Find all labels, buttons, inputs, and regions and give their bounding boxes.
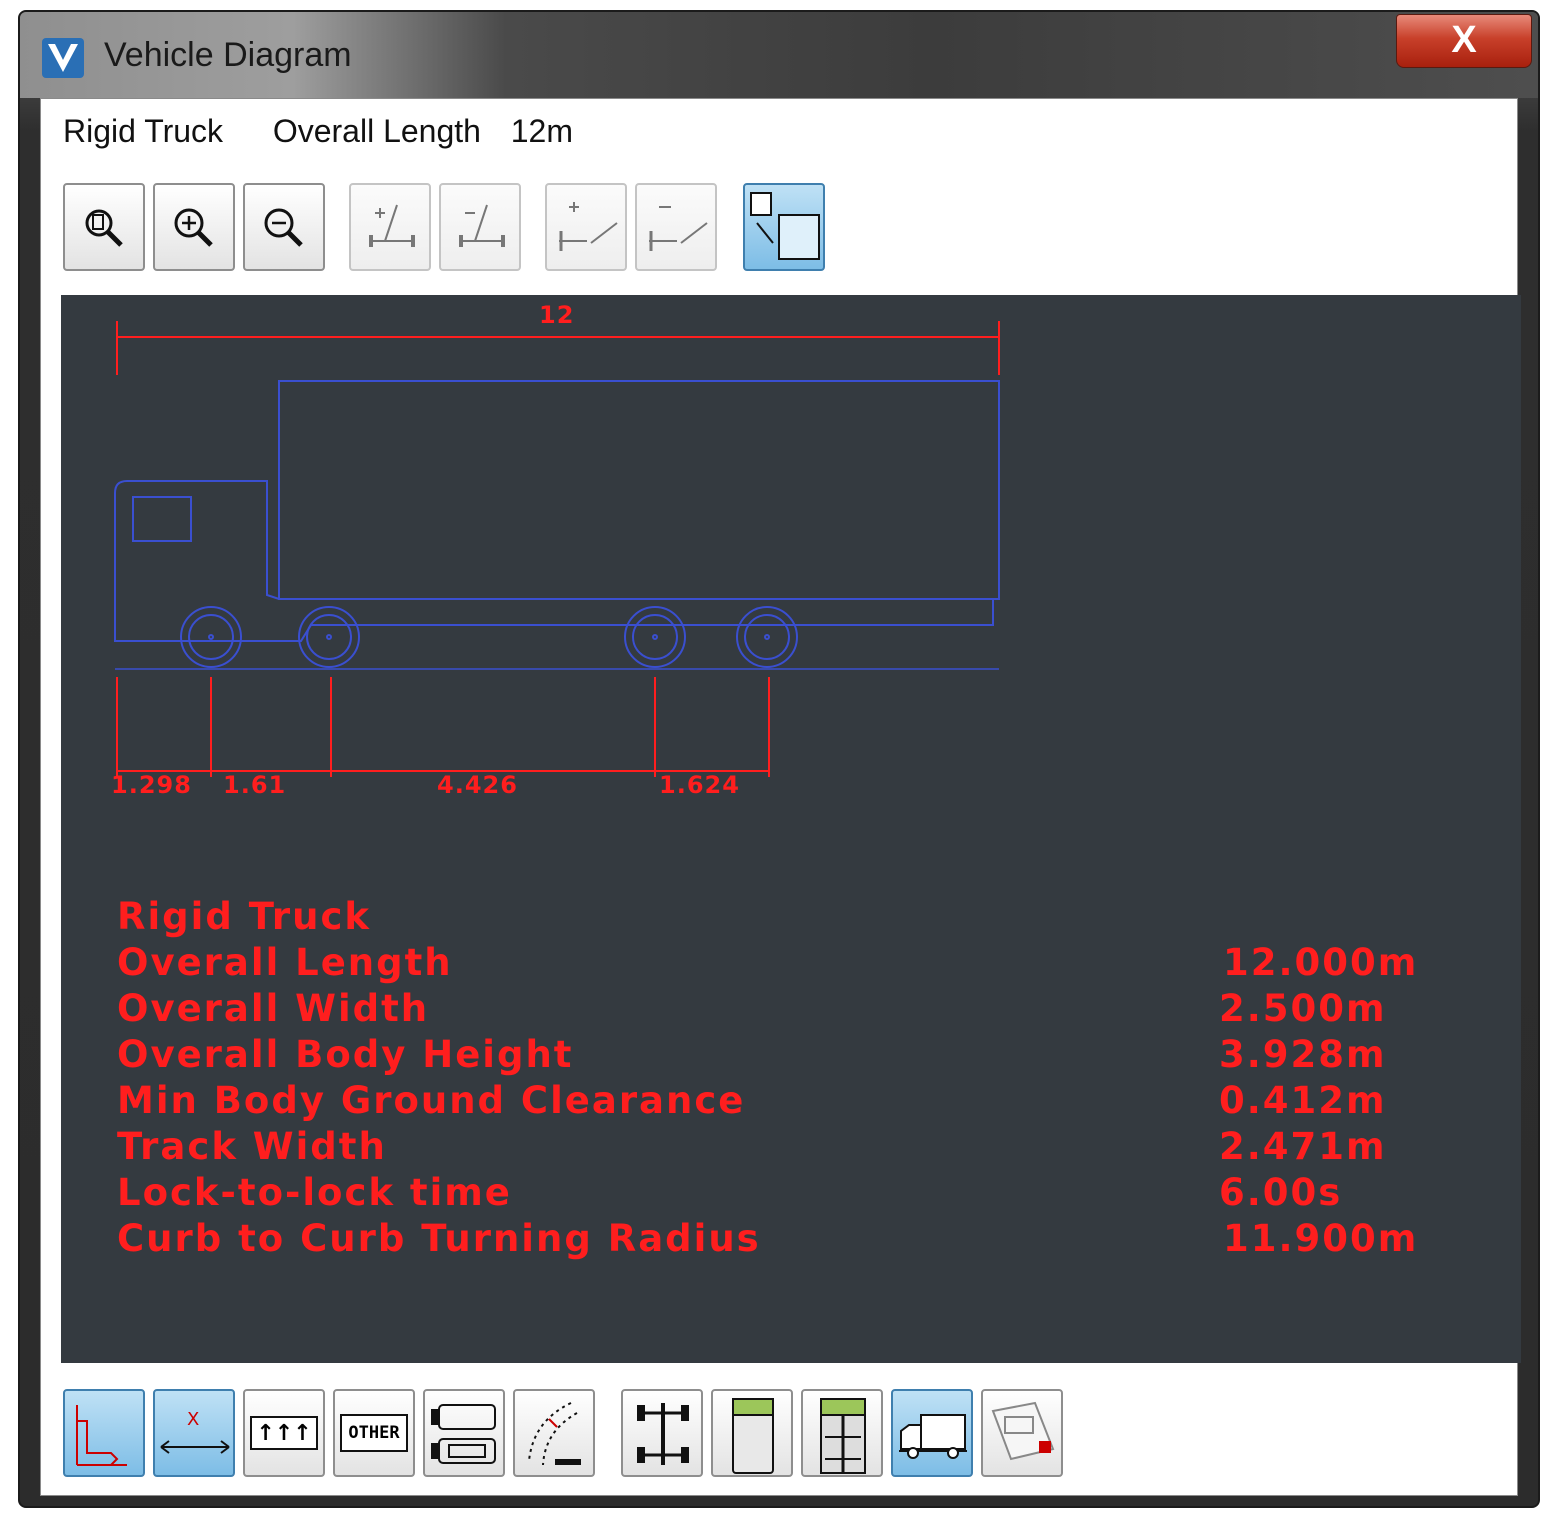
- side-view-button[interactable]: [63, 1389, 145, 1477]
- truck-side-icon: [899, 1414, 967, 1459]
- vehicle-summary: Rigid Truck Overall Length 12m: [63, 113, 573, 150]
- spec-value: 3.928m: [1219, 1033, 1387, 1076]
- spec-value: 12.000m: [1223, 941, 1419, 984]
- report-button[interactable]: [981, 1389, 1063, 1477]
- top-body-icon: [732, 1398, 774, 1474]
- zoom-extents-button[interactable]: [63, 183, 145, 271]
- vehicle-parts-button[interactable]: [423, 1389, 505, 1477]
- remove-steer-axle-icon: [649, 206, 708, 251]
- spec-label: Lock-to-lock time: [117, 1171, 512, 1214]
- remove-axle-icon: [459, 204, 505, 247]
- overall-length-value: 12m: [510, 113, 573, 149]
- add-steer-axle-button[interactable]: [545, 183, 627, 271]
- app-logo-icon: [42, 38, 84, 78]
- axle-spacing-2: 1.61: [223, 771, 287, 799]
- zoom-extents-icon: [85, 209, 123, 247]
- vehicle-type-text: Rigid Truck: [63, 113, 224, 149]
- lane-arrows-label: ↑↑↑: [256, 1421, 312, 1446]
- resize-view-button[interactable]: [743, 183, 825, 271]
- remove-axle-button[interactable]: [439, 183, 521, 271]
- spec-value: 6.00s: [1219, 1171, 1343, 1214]
- truck-side-button[interactable]: [891, 1389, 973, 1477]
- window-title: Vehicle Diagram: [104, 36, 352, 74]
- close-button[interactable]: X: [1396, 14, 1532, 68]
- dialog-body: Rigid Truck Overall Length 12m 12 1.298 …: [40, 98, 1521, 1496]
- vehicle-parts-icon: [431, 1404, 496, 1464]
- axle-plan-button[interactable]: [621, 1389, 703, 1477]
- overall-dimension-text: 12: [539, 301, 575, 329]
- wheels: [180, 606, 798, 668]
- overall-length-label: Overall Length: [272, 113, 481, 149]
- chassis-button[interactable]: [801, 1389, 883, 1477]
- zoom-out-icon: [264, 208, 303, 247]
- other-label: OTHER: [348, 1423, 400, 1443]
- axle-plan-icon: [637, 1403, 689, 1465]
- spec-value: 2.471m: [1219, 1125, 1387, 1168]
- swept-path-icon: [528, 1402, 581, 1466]
- resize-view-icon: [750, 192, 820, 260]
- vehicle-diagram-window: Vehicle Diagram X Rigid Truck Overall Le…: [18, 10, 1540, 1508]
- spec-label: Overall Width: [117, 987, 430, 1030]
- add-axle-button[interactable]: [349, 183, 431, 271]
- svg-text:X: X: [187, 1409, 199, 1430]
- zoom-in-icon: [174, 208, 213, 247]
- report-icon: [991, 1401, 1055, 1461]
- spec-label: Overall Length: [117, 941, 453, 984]
- add-axle-icon: [369, 204, 415, 247]
- swept-path-button[interactable]: [513, 1389, 595, 1477]
- close-icon: X: [1451, 19, 1477, 61]
- top-body-button[interactable]: [711, 1389, 793, 1477]
- dimension-button[interactable]: X: [153, 1389, 235, 1477]
- zoom-in-button[interactable]: [153, 183, 235, 271]
- spec-label: Curb to Curb Turning Radius: [117, 1217, 761, 1260]
- remove-steer-axle-button[interactable]: [635, 183, 717, 271]
- title-bar[interactable]: Vehicle Diagram X: [20, 12, 1538, 98]
- zoom-out-button[interactable]: [243, 183, 325, 271]
- axle-spacing-4: 1.624: [659, 771, 740, 799]
- spec-label: Track Width: [117, 1125, 387, 1168]
- lane-arrows-button[interactable]: ↑↑↑: [243, 1389, 325, 1477]
- side-view-icon: [76, 1405, 127, 1466]
- spec-value: 2.500m: [1219, 987, 1387, 1030]
- axle-spacing-1: 1.298: [111, 771, 192, 799]
- dimension-icon: X: [160, 1409, 230, 1454]
- chassis-icon: [820, 1398, 866, 1474]
- axle-dimension-lines: [116, 677, 770, 777]
- spec-label: Overall Body Height: [117, 1033, 574, 1076]
- spec-value: 11.900m: [1223, 1217, 1419, 1260]
- other-button[interactable]: OTHER: [333, 1389, 415, 1477]
- add-steer-axle-icon: [559, 202, 618, 251]
- vehicle-diagram-canvas: 12 1.298 1.61 4.426 1.624 Rigid Truck Ov…: [61, 295, 1521, 1363]
- overall-dimension-line: [116, 321, 1000, 375]
- spec-vehicle-title: Rigid Truck: [117, 895, 372, 938]
- spec-value: 0.412m: [1219, 1079, 1387, 1122]
- axle-spacing-3: 4.426: [437, 771, 518, 799]
- spec-label: Min Body Ground Clearance: [117, 1079, 746, 1122]
- truck-outline: [114, 380, 1000, 670]
